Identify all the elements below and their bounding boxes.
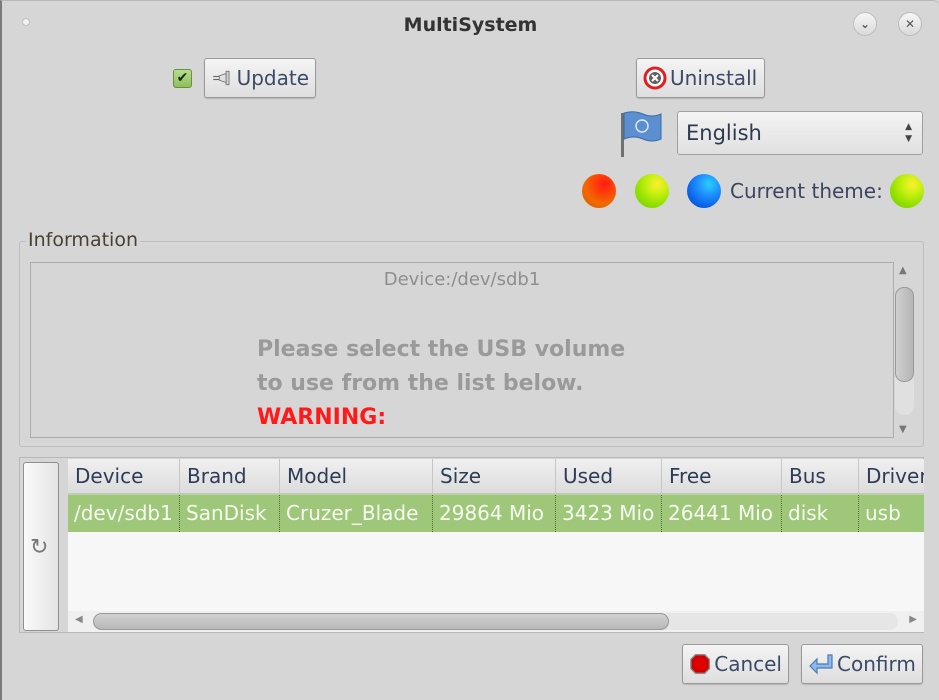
multisystem-window: MultiSystem ⌄ ✕ ✔ Update Uninstall Engli… bbox=[0, 0, 939, 700]
update-label: Update bbox=[236, 66, 309, 90]
cell-used: 3423 Mio bbox=[556, 495, 662, 532]
information-vertical-scrollbar[interactable]: ▲ ▼ bbox=[894, 262, 916, 438]
info-message-line-1: Please select the USB volume bbox=[257, 337, 626, 362]
chevron-down-icon: ⌄ bbox=[859, 17, 871, 31]
device-table-header: Device Brand Model Size Used Free Bus Dr… bbox=[68, 459, 924, 494]
info-message: Please select the USB volume to use from… bbox=[257, 333, 625, 435]
theme-red-orb[interactable] bbox=[582, 174, 616, 208]
enter-arrow-icon bbox=[809, 654, 833, 675]
checkmark-icon: ✔ bbox=[176, 70, 189, 86]
uninstall-button[interactable]: Uninstall bbox=[636, 58, 765, 98]
remove-circle-icon bbox=[643, 66, 667, 90]
column-header-used[interactable]: Used bbox=[556, 459, 662, 493]
stop-icon bbox=[690, 654, 711, 674]
theme-green-orb[interactable] bbox=[635, 174, 669, 208]
information-group-title: Information bbox=[26, 229, 140, 251]
information-text-area: Device:/dev/sdb1 Please select the USB v… bbox=[30, 262, 894, 438]
window-title: MultiSystem bbox=[403, 14, 538, 36]
device-table: Device Brand Model Size Used Free Bus Dr… bbox=[68, 459, 924, 611]
info-warning: WARNING: bbox=[257, 405, 387, 430]
column-header-model[interactable]: Model bbox=[280, 459, 433, 493]
language-selected-value: English bbox=[686, 121, 762, 145]
column-header-driver[interactable]: Driver bbox=[859, 459, 924, 493]
language-select[interactable]: English ▲ ▼ bbox=[677, 111, 923, 155]
cell-device: /dev/sdb1 bbox=[68, 495, 180, 532]
close-icon: ✕ bbox=[904, 17, 916, 31]
confirm-button[interactable]: Confirm bbox=[801, 644, 923, 684]
info-device-line: Device:/dev/sdb1 bbox=[383, 269, 541, 290]
cell-free: 26441 Mio bbox=[662, 495, 782, 532]
theme-blue-orb[interactable] bbox=[687, 174, 721, 208]
cell-brand: SanDisk bbox=[180, 495, 280, 532]
info-message-line-2: to use from the list below. bbox=[257, 371, 584, 396]
un-flag-icon bbox=[621, 111, 662, 157]
confirm-label: Confirm bbox=[837, 652, 916, 676]
column-header-size[interactable]: Size bbox=[433, 459, 556, 493]
minimize-button[interactable]: ⌄ bbox=[853, 12, 877, 36]
table-horizontal-scrollbar[interactable]: ◀ ▶ bbox=[68, 611, 924, 632]
column-header-bus[interactable]: Bus bbox=[782, 459, 859, 493]
current-theme-label: Current theme: bbox=[730, 179, 883, 203]
scroll-up-arrow-icon[interactable]: ▲ bbox=[899, 265, 907, 276]
title-bar: MultiSystem ⌄ ✕ bbox=[2, 1, 939, 51]
refresh-devices-button[interactable]: ↻ bbox=[23, 462, 59, 631]
uninstall-label: Uninstall bbox=[670, 66, 758, 90]
column-header-free[interactable]: Free bbox=[662, 459, 782, 493]
cell-driver: usb bbox=[865, 501, 901, 525]
plug-icon bbox=[213, 70, 230, 86]
refresh-icon: ↻ bbox=[30, 535, 49, 560]
cancel-button[interactable]: Cancel bbox=[682, 644, 789, 684]
column-header-brand[interactable]: Brand bbox=[180, 459, 280, 493]
scroll-right-arrow-icon[interactable]: ▶ bbox=[909, 614, 917, 625]
table-row[interactable]: /dev/sdb1 SanDisk Cruzer_Blade 29864 Mio… bbox=[68, 494, 924, 532]
update-button[interactable]: Update bbox=[204, 58, 316, 98]
cell-size: 29864 Mio bbox=[433, 495, 556, 532]
cell-bus: disk bbox=[782, 495, 859, 532]
scroll-left-arrow-icon[interactable]: ◀ bbox=[75, 614, 83, 625]
cell-model: Cruzer_Blade bbox=[280, 495, 433, 532]
select-arrows-icon: ▲ ▼ bbox=[905, 122, 912, 144]
cancel-label: Cancel bbox=[714, 652, 782, 676]
horizontal-scroll-thumb[interactable] bbox=[93, 613, 669, 630]
update-checkbox[interactable]: ✔ bbox=[173, 69, 192, 88]
column-header-device[interactable]: Device bbox=[68, 459, 180, 493]
scroll-down-arrow-icon[interactable]: ▼ bbox=[899, 424, 907, 435]
current-theme-orb bbox=[890, 174, 924, 208]
vertical-scroll-thumb[interactable] bbox=[895, 287, 914, 382]
close-button[interactable]: ✕ bbox=[898, 12, 922, 36]
